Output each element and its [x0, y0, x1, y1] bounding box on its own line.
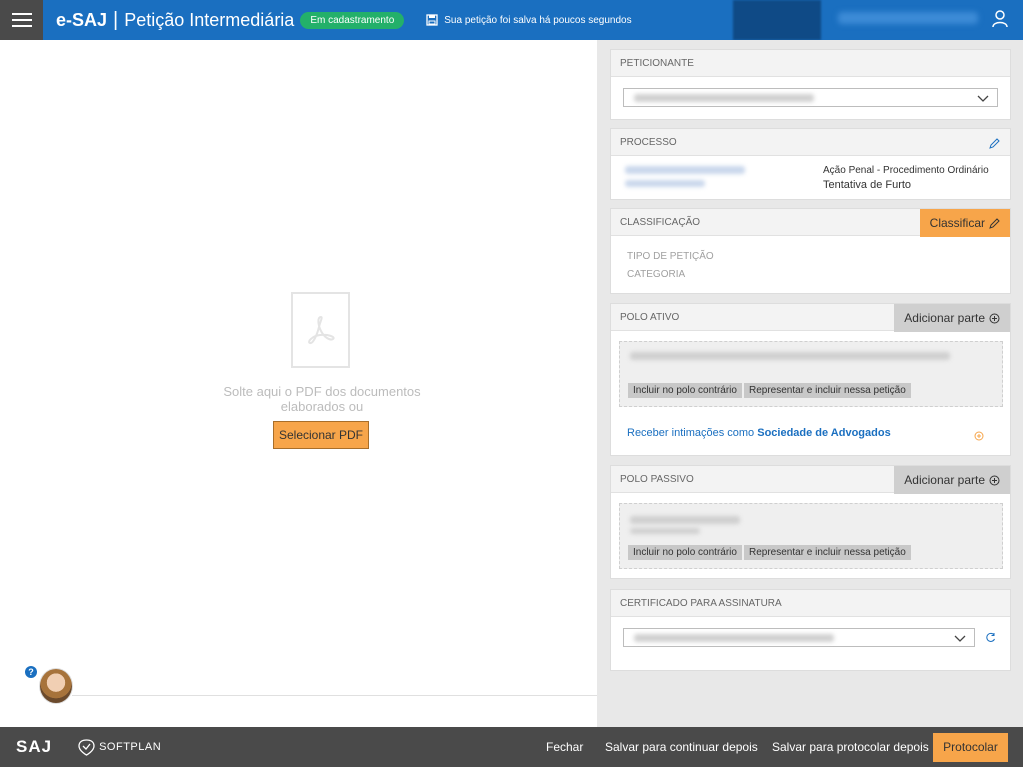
party-item: Incluir no polo contrário Representar e … — [619, 341, 1003, 407]
card-processo: PROCESSO Ação Penal - Procedimento Ordin… — [610, 128, 1011, 200]
close-button[interactable]: Fechar — [546, 727, 583, 767]
plus-circle-icon — [989, 313, 1000, 323]
redacted-party-name — [630, 516, 740, 524]
plus-circle-icon — [989, 475, 1000, 485]
party-item: Incluir no polo contrário Representar e … — [619, 503, 1003, 569]
save-icon — [426, 14, 438, 26]
card-polo-passivo: POLO PASSIVO Adicionar parte Incluir no … — [610, 465, 1011, 579]
classify-label: Classificar — [929, 215, 985, 230]
petition-type-label: TIPO DE PETIÇÃO — [627, 251, 714, 262]
link-text: Receber intimações como — [627, 427, 758, 439]
drop-instructions: Solte aqui o PDF dos documentos elaborad… — [223, 384, 421, 414]
menu-button[interactable] — [0, 0, 43, 40]
user-icon[interactable] — [992, 10, 1008, 28]
represent-include-button[interactable]: Representar e incluir nessa petição — [744, 545, 911, 560]
softplan-shield-icon — [78, 738, 95, 756]
section-title: POLO ATIVO — [620, 312, 680, 323]
protocol-button[interactable]: Protocolar — [933, 733, 1008, 762]
redacted-process-info — [625, 180, 705, 187]
edit-pencil-icon[interactable] — [989, 138, 1000, 149]
redacted-value — [634, 634, 834, 642]
save-status: Sua petição foi salva há poucos segundos — [426, 14, 632, 26]
plus-circle-icon[interactable] — [974, 431, 984, 441]
card-classificacao: CLASSIFICAÇÃO Classificar TIPO DE PETIÇÃ… — [610, 208, 1011, 294]
redacted-party-info — [630, 528, 700, 534]
select-pdf-button[interactable]: Selecionar PDF — [273, 421, 369, 449]
top-bar: e-SAJ | Petição Intermediária Em cadastr… — [0, 0, 1023, 40]
right-panel: PETICIONANTE PROCESSO Ação Penal - Proce… — [597, 40, 1023, 727]
refresh-icon[interactable] — [985, 632, 996, 643]
section-title: CLASSIFICAÇÃO — [620, 217, 701, 228]
pdf-drop-area[interactable]: Solte aqui o PDF dos documentos elaborad… — [0, 40, 597, 727]
peticionante-select[interactable] — [623, 88, 998, 107]
add-party-label: Adicionar parte — [904, 472, 985, 487]
bottom-bar: SAJ SOFTPLAN Fechar Salvar para continua… — [0, 727, 1023, 767]
page-title: Petição Intermediária — [124, 9, 295, 30]
section-title: CERTIFICADO PARA ASSINATURA — [611, 590, 1010, 617]
chevron-down-icon — [954, 635, 966, 642]
hamburger-icon — [11, 13, 32, 15]
status-badge: Em cadastramento — [300, 11, 405, 29]
divider — [72, 695, 597, 696]
redacted-process-number — [625, 166, 745, 174]
process-class: Ação Penal - Procedimento Ordinário — [823, 165, 989, 176]
add-party-label: Adicionar parte — [904, 310, 985, 325]
card-certificado: CERTIFICADO PARA ASSINATURA — [610, 589, 1011, 671]
saj-logo: SAJ — [16, 737, 53, 756]
section-title: PETICIONANTE — [611, 50, 1010, 77]
redacted-party-name — [630, 352, 950, 360]
save-protocol-later-button[interactable]: Salvar para protocolar depois — [772, 727, 929, 767]
section-title-polo-passivo: POLO PASSIVO Adicionar parte — [611, 466, 1010, 494]
section-title-classificacao: CLASSIFICAÇÃO Classificar — [611, 209, 1010, 237]
redacted-area — [733, 0, 821, 40]
redacted-user-name — [838, 12, 978, 24]
pdf-icon — [291, 292, 350, 368]
card-polo-ativo: POLO ATIVO Adicionar parte Incluir no po… — [610, 303, 1011, 456]
app-brand: e-SAJ — [56, 9, 108, 30]
pencil-icon — [989, 217, 1000, 229]
add-party-active-button[interactable]: Adicionar parte — [894, 304, 1010, 332]
section-title: PROCESSO — [620, 137, 677, 148]
classify-button[interactable]: Classificar — [919, 209, 1010, 237]
certificate-select[interactable] — [623, 628, 975, 647]
company-name: SOFTPLAN — [99, 741, 162, 753]
chevron-down-icon — [977, 95, 989, 102]
add-party-passive-button[interactable]: Adicionar parte — [894, 466, 1010, 494]
include-opposite-pole-button[interactable]: Incluir no polo contrário — [628, 545, 742, 560]
title-separator: | — [113, 8, 119, 31]
save-status-text: Sua petição foi salva há poucos segundos — [444, 14, 632, 26]
category-label: CATEGORIA — [627, 269, 686, 280]
redacted-value — [634, 94, 814, 102]
link-strong-text: Sociedade de Advogados — [757, 427, 891, 439]
save-continue-button[interactable]: Salvar para continuar depois — [605, 727, 758, 767]
section-title: POLO PASSIVO — [620, 474, 694, 485]
assistant-avatar[interactable] — [39, 668, 73, 704]
receive-intimations-link[interactable]: Receber intimações como Sociedade de Adv… — [627, 427, 891, 439]
card-peticionante: PETICIONANTE — [610, 49, 1011, 120]
section-title-processo: PROCESSO — [611, 129, 1010, 156]
help-icon[interactable]: ? — [25, 666, 37, 678]
process-subject: Tentativa de Furto — [823, 179, 912, 191]
softplan-logo: SOFTPLAN — [78, 738, 162, 756]
include-opposite-pole-button[interactable]: Incluir no polo contrário — [628, 383, 742, 398]
represent-include-button[interactable]: Representar e incluir nessa petição — [744, 383, 911, 398]
section-title-polo-ativo: POLO ATIVO Adicionar parte — [611, 304, 1010, 332]
